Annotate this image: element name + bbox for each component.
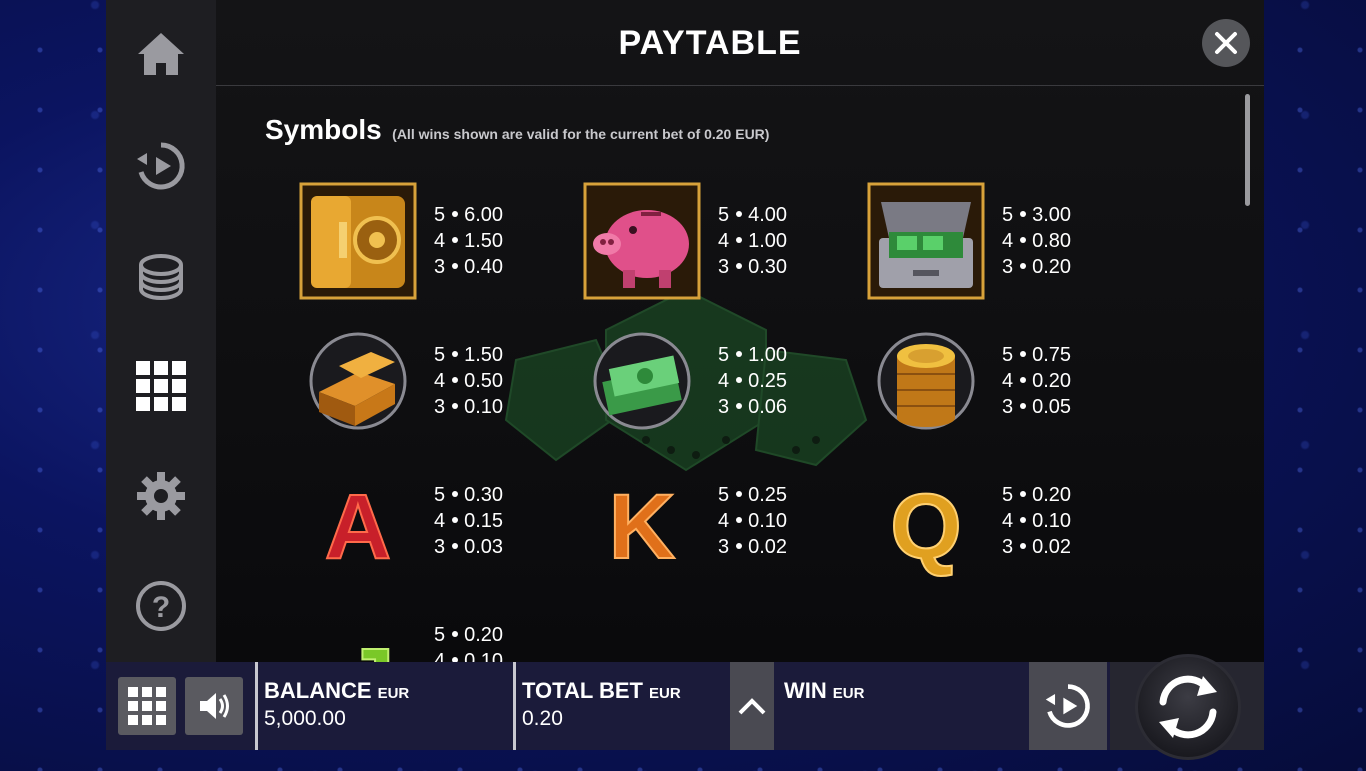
paylist: 5 0.25 4 0.10 3 0.02 xyxy=(718,484,788,558)
chevron-up-icon xyxy=(738,698,766,715)
help-icon[interactable]: ? xyxy=(133,578,189,634)
paylist: 5 3.00 4 0.80 3 0.20 xyxy=(1002,204,1072,278)
bet-up-button[interactable] xyxy=(730,662,774,750)
divider xyxy=(255,662,258,750)
close-icon xyxy=(1215,32,1237,54)
divider xyxy=(513,662,516,750)
symbol-letter-q: Q 5 0.20 4 0.10 3 0.02 xyxy=(867,462,1127,582)
gear-icon[interactable] xyxy=(133,468,189,524)
svg-text:K: K xyxy=(609,476,675,578)
symbol-money-case: 5 3.00 4 0.80 3 0.20 xyxy=(867,182,1127,302)
balance-label: BALANCE EUR xyxy=(264,678,410,703)
paylist: 5 1.00 4 0.25 3 0.06 xyxy=(718,344,788,418)
symbol-letter-j: J 50.20 40.10 xyxy=(299,602,559,662)
letter-j-icon: J xyxy=(342,629,395,662)
spin-icon xyxy=(1159,675,1217,739)
sound-button[interactable] xyxy=(185,677,243,735)
scrollbar[interactable] xyxy=(1245,94,1250,206)
balance-value: 5,000.00 xyxy=(264,707,346,730)
symbols-heading: Symbols (All wins shown are valid for th… xyxy=(265,114,769,146)
symbols-title: Symbols xyxy=(265,114,382,145)
spin-button[interactable] xyxy=(1135,654,1241,760)
spin-area xyxy=(1110,654,1264,760)
total-bet-label: TOTAL BET EUR xyxy=(522,678,681,703)
svg-text:A: A xyxy=(325,476,391,578)
cash-stack-icon xyxy=(593,332,691,430)
paylist: 5 0.75 4 0.20 3 0.05 xyxy=(1002,344,1072,418)
menu-button[interactable] xyxy=(118,677,176,735)
page-title: PAYTABLE xyxy=(618,24,802,62)
svg-text:J: J xyxy=(343,630,394,662)
autoplay-icon xyxy=(1045,684,1090,728)
svg-text:?: ? xyxy=(152,591,170,624)
gold-bars-icon xyxy=(309,332,407,430)
paylist: 5 0.20 4 0.10 3 0.02 xyxy=(1002,484,1072,558)
paylist: 5 6.00 4 1.50 3 0.40 xyxy=(434,204,504,278)
money-case-icon xyxy=(867,182,985,300)
symbol-gold-bars: 5 1.50 4 0.50 3 0.10 xyxy=(299,322,559,442)
symbol-safe: 5 6.00 4 1.50 3 0.40 xyxy=(299,182,559,302)
total-bet-value: 0.20 xyxy=(522,707,563,730)
symbol-letter-k: K 5 0.25 4 0.10 3 0.02 xyxy=(583,462,843,582)
grid-icon[interactable] xyxy=(133,358,189,414)
paylist: 5 1.50 4 0.50 3 0.10 xyxy=(434,344,504,418)
autoplay-button[interactable] xyxy=(1029,662,1107,750)
svg-text:Q: Q xyxy=(890,476,962,578)
replay-icon[interactable] xyxy=(133,138,189,194)
gold-coins-icon xyxy=(877,332,975,430)
symbol-gold-coins: 5 0.75 4 0.20 3 0.05 xyxy=(867,322,1127,442)
sidebar: ? xyxy=(106,0,216,662)
symbol-piggy-bank: 5 4.00 4 1.00 3 0.30 xyxy=(583,182,843,302)
symbol-cash-stack: 5 1.00 4 0.25 3 0.06 xyxy=(583,322,843,442)
symbols-note: (All wins shown are valid for the curren… xyxy=(392,126,770,142)
safe-icon xyxy=(299,182,417,300)
paylist: 5 4.00 4 1.00 3 0.30 xyxy=(718,204,788,278)
piggy-bank-icon xyxy=(583,182,701,300)
letter-q-icon: Q xyxy=(889,475,963,579)
home-icon[interactable] xyxy=(133,26,189,82)
paylist: 5 0.20 4 0.10 xyxy=(434,624,504,662)
speaker-icon xyxy=(200,693,229,719)
win-label: WIN EUR xyxy=(784,678,865,703)
coins-icon[interactable] xyxy=(133,248,189,304)
bottom-bar: BALANCE EUR 5,000.00 TOTAL BET EUR 0.20 WI… xyxy=(106,654,1264,760)
letter-a-icon: A xyxy=(324,475,392,579)
panel-header: PAYTABLE xyxy=(216,0,1264,86)
paytable-panel: PAYTABLE Symbols (All wins shown are val… xyxy=(216,0,1264,662)
paylist: 5 0.30 4 0.15 3 0.03 xyxy=(434,484,504,558)
menu-grid-icon xyxy=(128,687,166,725)
close-button[interactable] xyxy=(1202,19,1250,67)
symbol-letter-a: A 5 0.30 4 0.15 3 0.03 xyxy=(299,462,559,582)
letter-k-icon: K xyxy=(608,475,676,579)
